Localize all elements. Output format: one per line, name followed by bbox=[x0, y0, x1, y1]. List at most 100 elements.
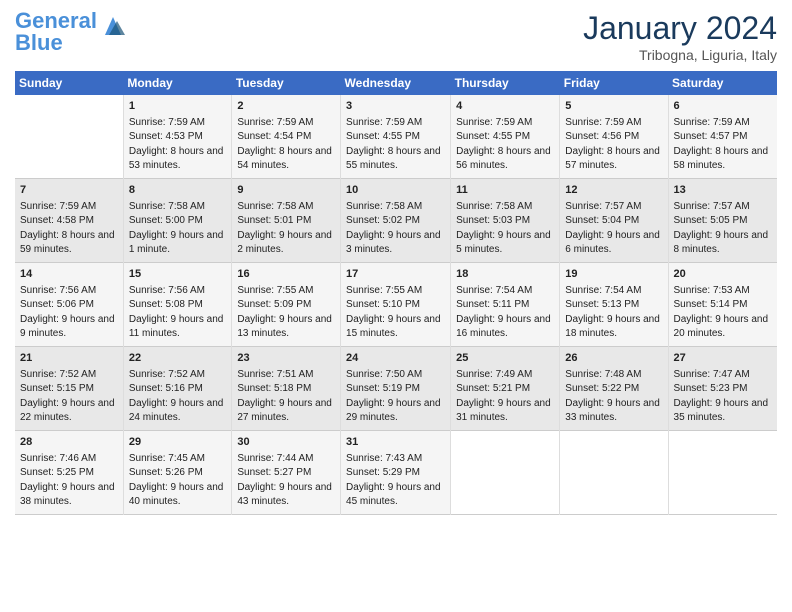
calendar-cell: 13Sunrise: 7:57 AMSunset: 5:05 PMDayligh… bbox=[668, 178, 777, 262]
daylight-text: Daylight: 9 hours and 2 minutes. bbox=[237, 230, 332, 256]
daylight-text: Daylight: 9 hours and 29 minutes. bbox=[346, 398, 441, 424]
day-number: 6 bbox=[674, 99, 772, 115]
logo: GeneralBlue bbox=[15, 10, 127, 54]
day-number: 8 bbox=[129, 183, 227, 199]
sunrise-text: Sunrise: 7:58 AM bbox=[237, 201, 313, 212]
sunset-text: Sunset: 5:11 PM bbox=[456, 299, 529, 310]
calendar-cell: 23Sunrise: 7:51 AMSunset: 5:18 PMDayligh… bbox=[232, 346, 341, 430]
sunset-text: Sunset: 5:21 PM bbox=[456, 383, 530, 394]
sunrise-text: Sunrise: 7:54 AM bbox=[456, 285, 532, 296]
daylight-text: Daylight: 8 hours and 55 minutes. bbox=[346, 146, 441, 172]
sunrise-text: Sunrise: 7:51 AM bbox=[237, 369, 313, 380]
daylight-text: Daylight: 9 hours and 35 minutes. bbox=[674, 398, 769, 424]
sunrise-text: Sunrise: 7:56 AM bbox=[20, 285, 96, 296]
col-tuesday: Tuesday bbox=[232, 71, 341, 95]
sunset-text: Sunset: 5:25 PM bbox=[20, 467, 94, 478]
calendar-cell: 28 Sunrise: 7:46 AM Sunset: 5:25 PM Dayligh… bbox=[15, 430, 123, 514]
day-number: 22 bbox=[129, 351, 227, 367]
day-number: 1 bbox=[129, 99, 227, 115]
calendar-cell: 25Sunrise: 7:49 AMSunset: 5:21 PMDayligh… bbox=[451, 346, 560, 430]
sunset-text: Sunset: 4:57 PM bbox=[674, 131, 748, 142]
calendar-body: 1 Sunrise: 7:59 AM Sunset: 4:53 PM Daylight… bbox=[15, 95, 777, 514]
calendar-cell: 3 Sunrise: 7:59 AM Sunset: 4:55 PM Daylight… bbox=[341, 95, 451, 178]
sunset-text: Sunset: 5:08 PM bbox=[129, 299, 203, 310]
page-container: GeneralBlue January 2024 Tribogna, Ligur… bbox=[0, 0, 792, 525]
calendar-week-1: 1 Sunrise: 7:59 AM Sunset: 4:53 PM Daylight… bbox=[15, 95, 777, 178]
sunrise-text: Sunrise: 7:59 AM bbox=[565, 117, 641, 128]
daylight-text: Daylight: 9 hours and 18 minutes. bbox=[565, 314, 660, 340]
day-number: 19 bbox=[565, 267, 662, 283]
sunrise-text: Sunrise: 7:49 AM bbox=[456, 369, 532, 380]
logo-text: GeneralBlue bbox=[15, 10, 97, 54]
sunset-text: Sunset: 5:23 PM bbox=[674, 383, 748, 394]
calendar-cell bbox=[560, 430, 668, 514]
calendar-week-4: 21Sunrise: 7:52 AMSunset: 5:15 PMDayligh… bbox=[15, 346, 777, 430]
calendar-cell: 1Sunrise: 7:59 AMSunset: 4:53 PMDaylight… bbox=[123, 95, 232, 178]
calendar-header: Sunday Monday Tuesday Wednesday Thursday… bbox=[15, 71, 777, 95]
calendar-week-3: 14Sunrise: 7:56 AMSunset: 5:06 PMDayligh… bbox=[15, 262, 777, 346]
calendar-cell: 9Sunrise: 7:58 AMSunset: 5:01 PMDaylight… bbox=[232, 178, 341, 262]
daylight-text: Daylight: 9 hours and 27 minutes. bbox=[237, 398, 332, 424]
daylight-text: Daylight: 9 hours and 8 minutes. bbox=[674, 230, 769, 256]
sunset-text: Sunset: 4:55 PM bbox=[346, 131, 420, 142]
daylight-text: Daylight: 9 hours and 9 minutes. bbox=[20, 314, 115, 340]
calendar-cell: 30Sunrise: 7:44 AMSunset: 5:27 PMDayligh… bbox=[232, 430, 341, 514]
sunrise-text: Sunrise: 7:46 AM bbox=[20, 453, 96, 464]
sunrise-text: Sunrise: 7:57 AM bbox=[674, 201, 750, 212]
sunrise-text: Sunrise: 7:55 AM bbox=[237, 285, 313, 296]
calendar-cell: 11Sunrise: 7:58 AMSunset: 5:03 PMDayligh… bbox=[451, 178, 560, 262]
col-wednesday: Wednesday bbox=[341, 71, 451, 95]
daylight-text: Daylight: 9 hours and 3 minutes. bbox=[346, 230, 441, 256]
sunrise-text: Sunrise: 7:44 AM bbox=[237, 453, 313, 464]
sunrise-text: Sunrise: 7:43 AM bbox=[346, 453, 422, 464]
daylight-text: Daylight: 8 hours and 58 minutes. bbox=[674, 146, 769, 172]
sunset-text: Sunset: 5:05 PM bbox=[674, 215, 748, 226]
daylight-text: Daylight: 8 hours and 53 minutes. bbox=[129, 146, 224, 172]
day-number: 31 bbox=[346, 435, 445, 451]
sunrise-text: Sunrise: 7:59 AM bbox=[674, 117, 750, 128]
sunset-text: Sunset: 5:26 PM bbox=[129, 467, 203, 478]
col-thursday: Thursday bbox=[451, 71, 560, 95]
daylight-text: Daylight: 8 hours and 54 minutes. bbox=[237, 146, 332, 172]
calendar-cell bbox=[451, 430, 560, 514]
day-number: 15 bbox=[129, 267, 227, 283]
sunset-text: Sunset: 5:02 PM bbox=[346, 215, 420, 226]
calendar-cell: 6 Sunrise: 7:59 AM Sunset: 4:57 PM Daylight… bbox=[668, 95, 777, 178]
calendar-cell: 29Sunrise: 7:45 AMSunset: 5:26 PMDayligh… bbox=[123, 430, 232, 514]
sunset-text: Sunset: 5:15 PM bbox=[20, 383, 94, 394]
daylight-text: Daylight: 9 hours and 15 minutes. bbox=[346, 314, 441, 340]
sunrise-text: Sunrise: 7:55 AM bbox=[346, 285, 422, 296]
page-header: GeneralBlue January 2024 Tribogna, Ligur… bbox=[15, 10, 777, 63]
sunrise-text: Sunrise: 7:48 AM bbox=[565, 369, 641, 380]
day-number: 14 bbox=[20, 267, 118, 283]
day-number: 3 bbox=[346, 99, 445, 115]
calendar-cell: 2Sunrise: 7:59 AMSunset: 4:54 PMDaylight… bbox=[232, 95, 341, 178]
daylight-text: Daylight: 8 hours and 56 minutes. bbox=[456, 146, 551, 172]
daylight-text: Daylight: 9 hours and 5 minutes. bbox=[456, 230, 551, 256]
sunset-text: Sunset: 4:53 PM bbox=[129, 131, 203, 142]
sunset-text: Sunset: 5:03 PM bbox=[456, 215, 530, 226]
daylight-text: Daylight: 9 hours and 13 minutes. bbox=[237, 314, 332, 340]
sunset-text: Sunset: 5:29 PM bbox=[346, 467, 420, 478]
day-number: 24 bbox=[346, 351, 445, 367]
sunset-text: Sunset: 4:56 PM bbox=[565, 131, 639, 142]
sunrise-text: Sunrise: 7:59 AM bbox=[346, 117, 422, 128]
day-number: 26 bbox=[565, 351, 662, 367]
calendar-cell: 27Sunrise: 7:47 AMSunset: 5:23 PMDayligh… bbox=[668, 346, 777, 430]
day-number: 4 bbox=[456, 99, 554, 115]
sunrise-text: Sunrise: 7:57 AM bbox=[565, 201, 641, 212]
daylight-text: Daylight: 9 hours and 22 minutes. bbox=[20, 398, 115, 424]
sunrise-text: Sunrise: 7:45 AM bbox=[129, 453, 205, 464]
sunrise-text: Sunrise: 7:47 AM bbox=[674, 369, 750, 380]
day-number: 17 bbox=[346, 267, 445, 283]
calendar-cell: 20Sunrise: 7:53 AMSunset: 5:14 PMDayligh… bbox=[668, 262, 777, 346]
sunrise-text: Sunrise: 7:54 AM bbox=[565, 285, 641, 296]
title-block: January 2024 Tribogna, Liguria, Italy bbox=[583, 10, 777, 63]
calendar-cell: 7Sunrise: 7:59 AMSunset: 4:58 PMDaylight… bbox=[15, 178, 123, 262]
calendar-cell: 18Sunrise: 7:54 AMSunset: 5:11 PMDayligh… bbox=[451, 262, 560, 346]
daylight-text: Daylight: 9 hours and 38 minutes. bbox=[20, 482, 115, 508]
day-number: 28 bbox=[20, 435, 118, 451]
calendar-cell: 14Sunrise: 7:56 AMSunset: 5:06 PMDayligh… bbox=[15, 262, 123, 346]
sunset-text: Sunset: 5:27 PM bbox=[237, 467, 311, 478]
sunset-text: Sunset: 5:04 PM bbox=[565, 215, 639, 226]
